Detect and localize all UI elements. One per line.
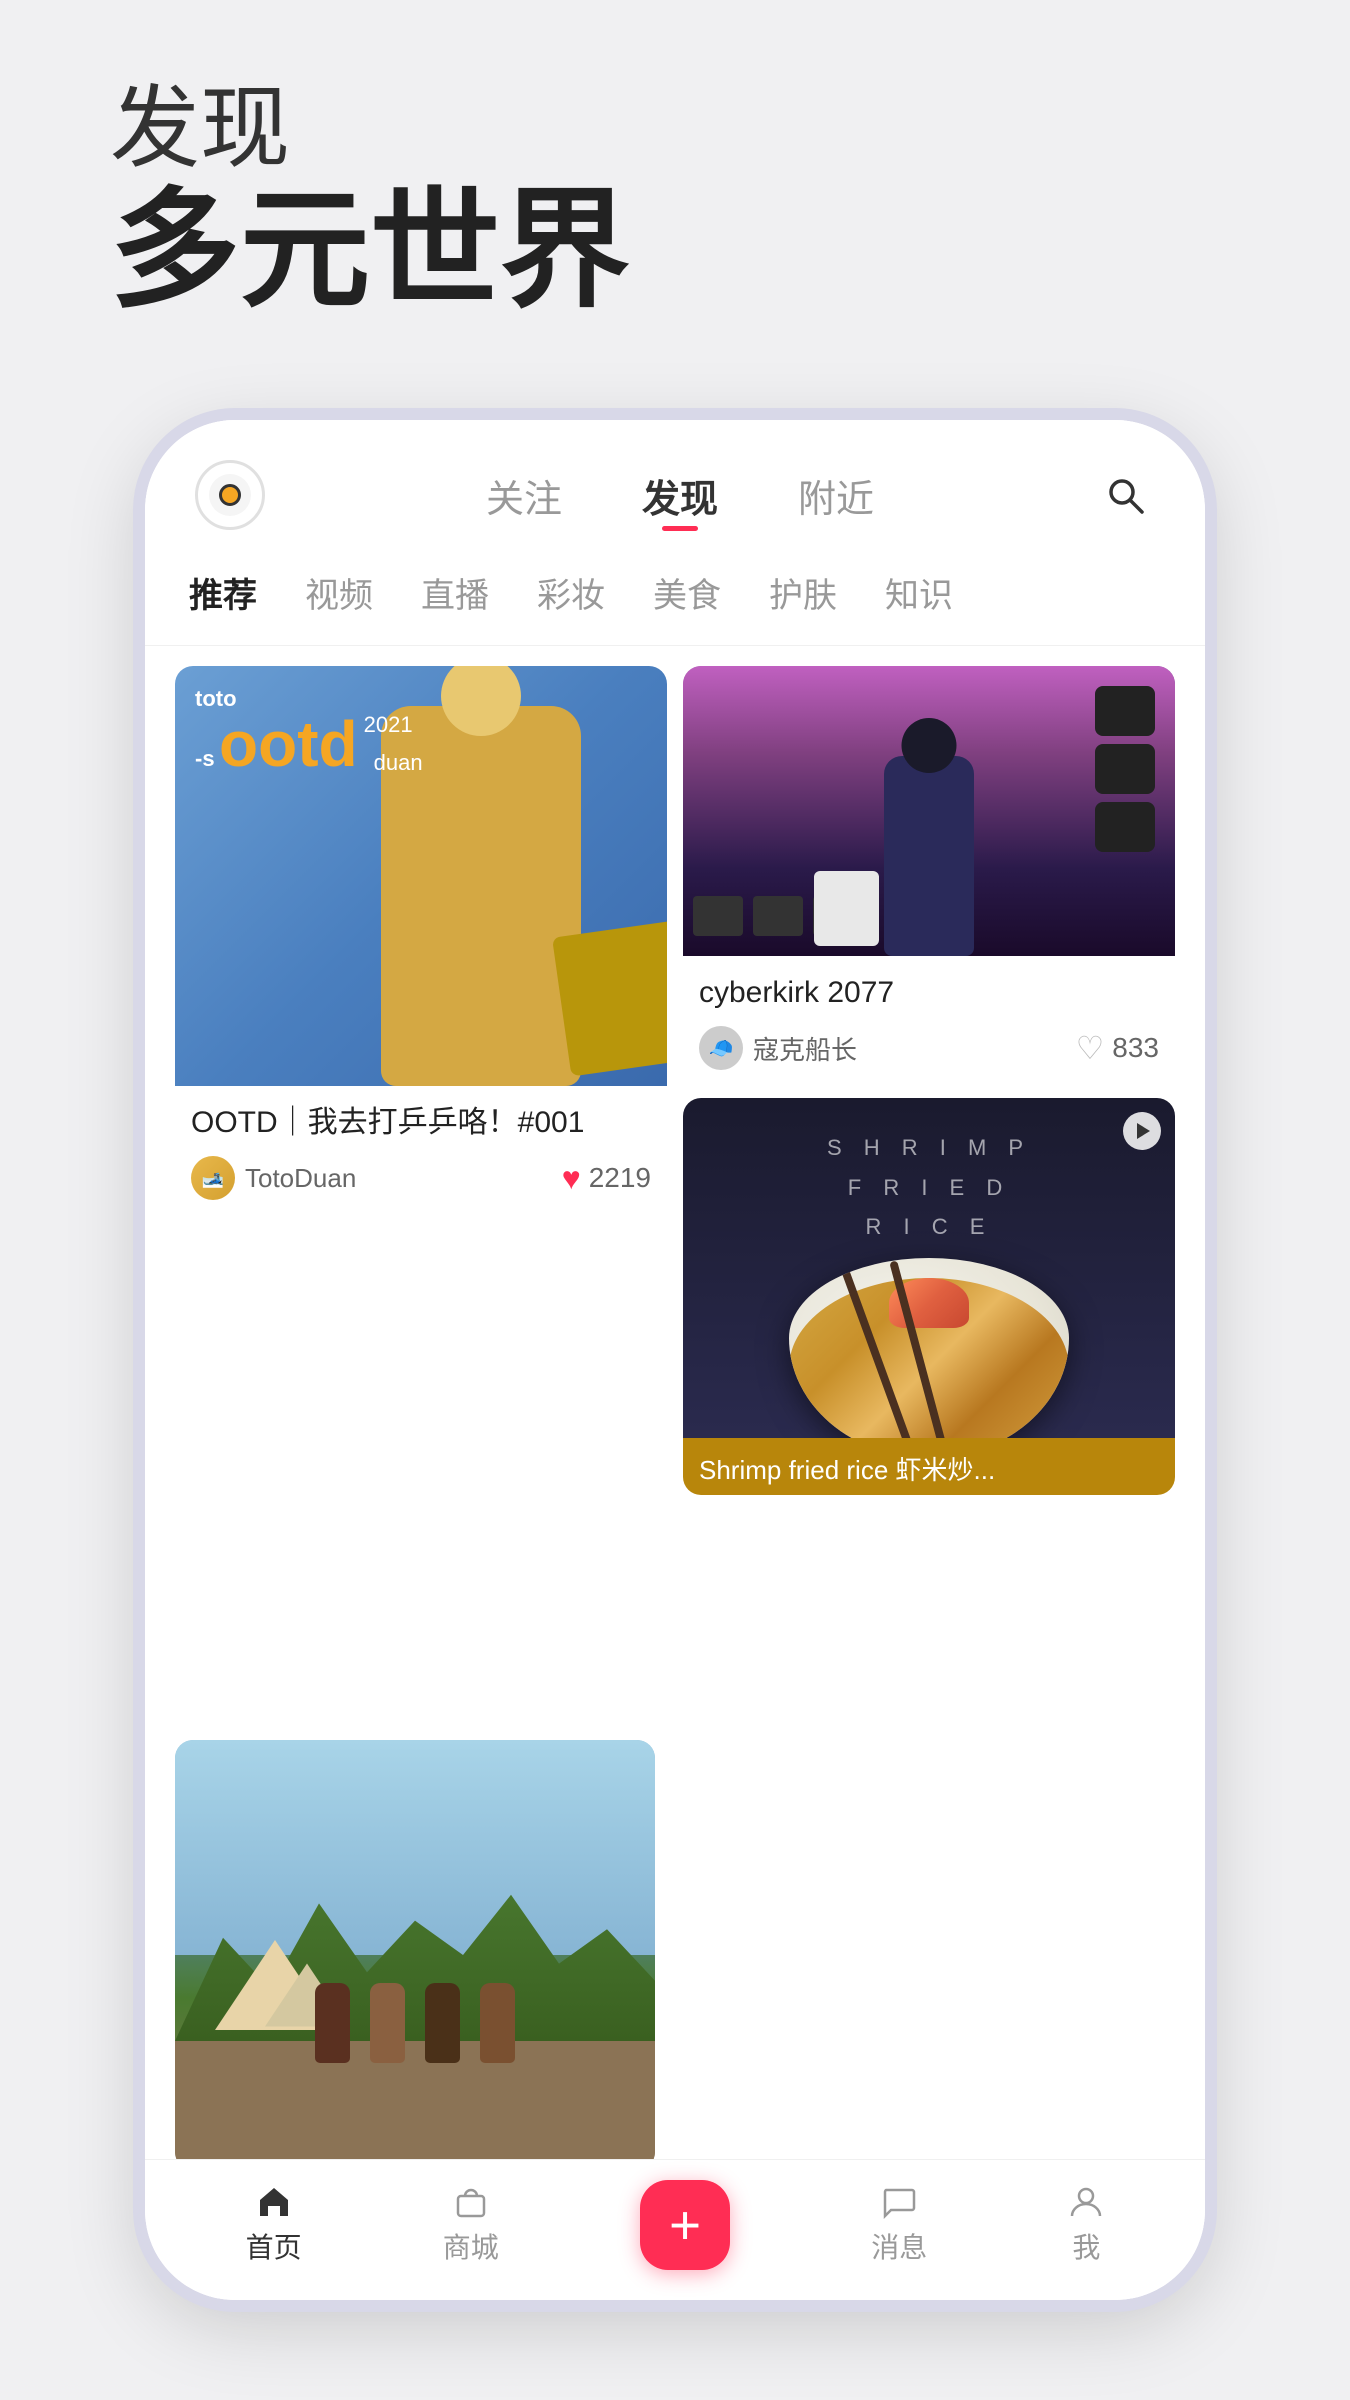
card-shrimp-image: S H R I M P F R I E D R I C E: [683, 1098, 1175, 1438]
card-ootd-title: OOTD｜我去打乒乒咯！#001: [191, 1102, 651, 1144]
cat-tab-knowledge[interactable]: 知识: [881, 560, 957, 625]
card-ootd-likes[interactable]: ♥ 2219: [562, 1160, 651, 1197]
nav-profile-label: 我: [1072, 2226, 1100, 2266]
category-tabs: 推荐 视频 直播 彩妆 美食 护肤 知识: [145, 550, 1205, 646]
add-button[interactable]: +: [640, 2180, 730, 2270]
nav-shop[interactable]: 商城: [443, 2184, 499, 2266]
cat-tab-makeup[interactable]: 彩妆: [533, 560, 609, 625]
card-camp[interactable]: [175, 1740, 655, 2170]
hero-line2: 多元世界: [110, 179, 630, 322]
nav-tab-nearby[interactable]: 附近: [798, 468, 874, 523]
search-button[interactable]: [1095, 465, 1155, 525]
card-cyber-title: cyberkirk 2077: [699, 972, 1159, 1014]
app-logo[interactable]: [195, 460, 265, 530]
like-count-cyber: 833: [1112, 1032, 1159, 1064]
card-ootd-author: 🎿 TotoDuan: [191, 1156, 356, 1200]
nav-messages[interactable]: 消息: [871, 2184, 927, 2266]
cat-tab-food[interactable]: 美食: [649, 560, 725, 625]
nav-profile[interactable]: 我: [1068, 2184, 1104, 2266]
card-cyber[interactable]: cyberkirk 2077 🧢 寇克船长 ♡ 833: [683, 666, 1175, 1082]
nav-tab-follow[interactable]: 关注: [486, 468, 562, 523]
nav-home-label: 首页: [246, 2226, 302, 2266]
cat-tab-recommend[interactable]: 推荐: [185, 560, 261, 625]
bottom-nav: 首页 商城 + 消息: [145, 2159, 1205, 2300]
card-camp-image: [175, 1740, 655, 2170]
card-ootd-image: toto -s ootd 2021 duan: [175, 666, 667, 1086]
avatar-cyber: 🧢: [699, 1026, 743, 1070]
video-play-indicator[interactable]: [1123, 1112, 1161, 1150]
hero-line1: 发现: [110, 80, 630, 179]
card-cyber-author: 🧢 寇克船长: [699, 1026, 857, 1070]
heart-outline-icon: ♡: [1076, 1029, 1105, 1067]
nav-tab-discover[interactable]: 发现: [642, 468, 718, 523]
shrimp-text-overlay: S H R I M P F R I E D R I C E: [683, 1128, 1175, 1247]
add-icon: +: [669, 2198, 701, 2253]
shrimp-card-footer-preview: Shrimp fried rice 虾米炒...: [683, 1438, 1175, 1495]
avatar-totoduan: 🎿: [191, 1156, 235, 1200]
card-cyber-likes[interactable]: ♡ 833: [1076, 1029, 1159, 1067]
cat-tab-skincare[interactable]: 护肤: [765, 560, 841, 625]
card-cyber-image: [683, 666, 1175, 956]
card-shrimp[interactable]: S H R I M P F R I E D R I C E: [683, 1098, 1175, 1495]
nav-home[interactable]: 首页: [246, 2184, 302, 2266]
cat-tab-live[interactable]: 直播: [417, 560, 493, 625]
author-name-cyber: 寇克船长: [753, 1030, 857, 1067]
author-name-totoduan: TotoDuan: [245, 1163, 356, 1194]
like-count-ootd: 2219: [589, 1162, 651, 1194]
phone-frame: 关注 发现 附近 推荐 视频 直播 彩妆 美食 护肤 知识: [145, 420, 1205, 2300]
nav-messages-label: 消息: [871, 2226, 927, 2266]
nav-shop-label: 商城: [443, 2226, 499, 2266]
heart-icon: ♥: [562, 1160, 581, 1197]
bowl-image: [789, 1258, 1069, 1438]
cat-tab-video[interactable]: 视频: [301, 560, 377, 625]
top-nav: 关注 发现 附近: [145, 420, 1205, 550]
